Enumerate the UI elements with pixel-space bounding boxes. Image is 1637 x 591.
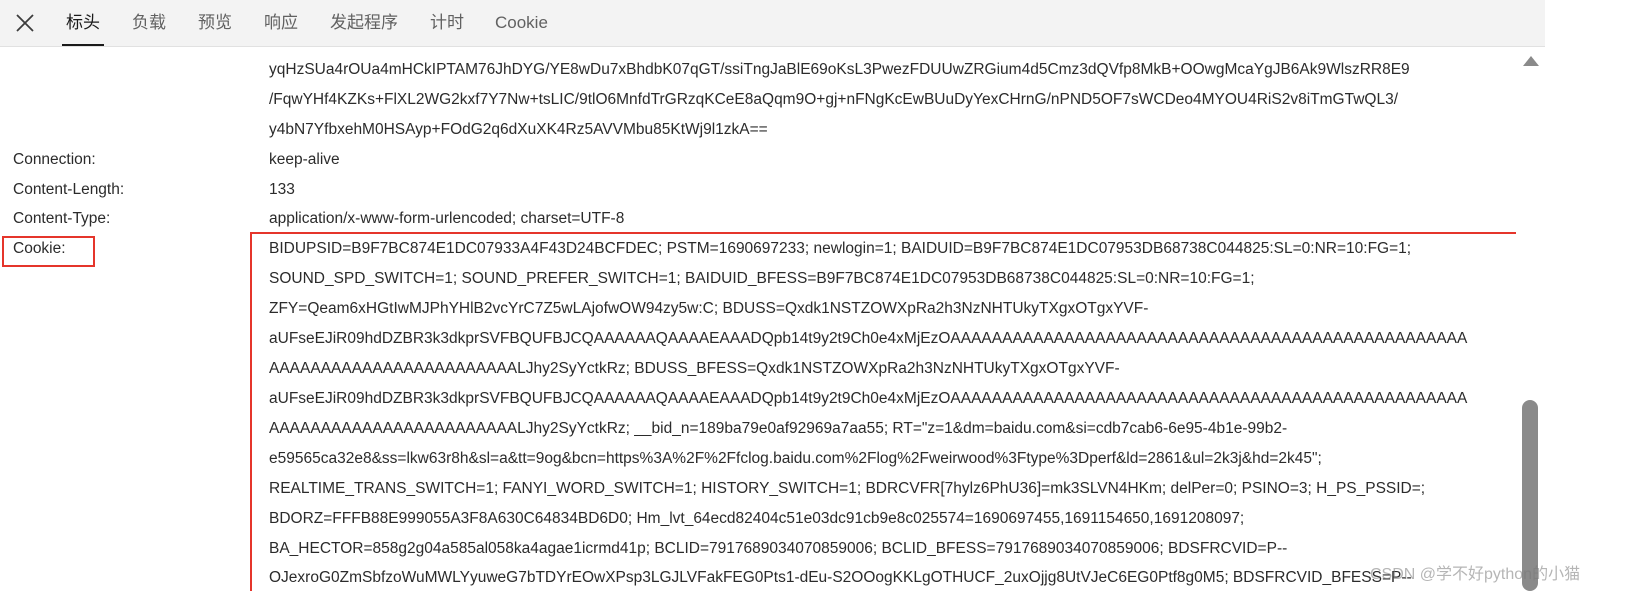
- previous-header-value-line: /FqwYHf4KZKs+FlXL2WG2kxf7Y7Nw+tsLIC/9tlO…: [269, 91, 1398, 108]
- header-value-connection: keep-alive: [269, 151, 340, 168]
- header-value-content-type: application/x-www-form-urlencoded; chars…: [269, 210, 625, 227]
- close-icon[interactable]: [12, 10, 38, 36]
- header-name-connection: Connection:: [13, 151, 96, 168]
- devtools-headers-panel: 标头 负载 预览 响应 发起程序 计时 Cookie yqHzSUa4rOUa4…: [0, 0, 1637, 591]
- previous-header-value-line: y4bN7YfbxehM0HSAyp+FOdG2q6dXuXK4Rz5AVVMb…: [269, 121, 768, 138]
- header-value-content-length: 133: [269, 181, 295, 198]
- cookie-value-highlight-box: [250, 232, 1522, 591]
- tab-headers[interactable]: 标头: [62, 0, 104, 46]
- header-name-content-length: Content-Length:: [13, 181, 125, 198]
- previous-value-clipped-line: [269, 47, 273, 57]
- tab-payload[interactable]: 负载: [132, 0, 166, 46]
- tab-initiator[interactable]: 发起程序: [330, 0, 398, 46]
- tab-cookie[interactable]: Cookie: [495, 0, 548, 46]
- tab-timing[interactable]: 计时: [430, 0, 464, 46]
- previous-header-value-line: yqHzSUa4rOUa4mHCkIPTAM76JhDYG/YE8wDu7xBh…: [269, 61, 1410, 78]
- tab-response[interactable]: 响应: [264, 0, 298, 46]
- scroll-up-arrow-icon[interactable]: [1522, 54, 1540, 68]
- tab-bar: 标头 负载 预览 响应 发起程序 计时 Cookie: [0, 0, 1545, 47]
- header-name-content-type: Content-Type:: [13, 210, 111, 227]
- watermark: CSDN @学不好python的小猫: [1370, 566, 1581, 583]
- tab-preview[interactable]: 预览: [198, 0, 232, 46]
- cookie-label-highlight-box: [2, 236, 95, 267]
